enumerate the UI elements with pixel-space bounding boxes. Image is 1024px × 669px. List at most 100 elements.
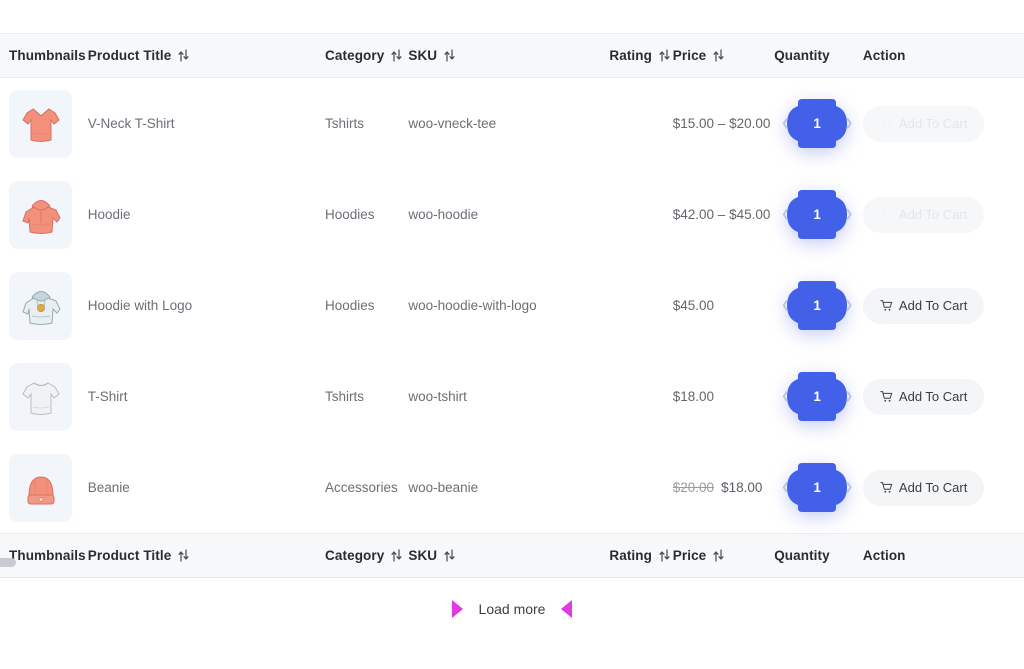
quantity-value[interactable]: 1 <box>813 116 821 131</box>
sort-icon[interactable] <box>659 49 670 62</box>
beanie-thumbnail[interactable] <box>9 453 72 522</box>
add-to-cart-button[interactable]: Add To Cart <box>862 378 985 415</box>
quantity-stepper[interactable]: ❮ 1 ❯ <box>774 278 860 333</box>
quantity-decrease-icon[interactable]: ❮ <box>781 118 789 129</box>
action-cell: Add To Cart <box>862 378 990 415</box>
column-header-category-label: Category <box>325 48 385 63</box>
column-header-category[interactable]: Category <box>325 48 408 63</box>
quantity-value[interactable]: 1 <box>813 480 821 495</box>
hoodie-thumbnail[interactable] <box>9 180 72 249</box>
quantity-value[interactable]: 1 <box>813 207 821 222</box>
tshirt-thumbnail[interactable] <box>9 362 72 431</box>
quantity-stepper[interactable]: ❮ 1 ❯ <box>774 187 860 242</box>
sort-icon[interactable] <box>391 49 402 62</box>
product-category[interactable]: Tshirts <box>325 389 408 404</box>
product-price-cell: $20.00 $18.00 <box>673 480 774 495</box>
product-price: $18.00 <box>672 389 715 404</box>
quantity-decrease-icon[interactable]: ❮ <box>781 482 789 493</box>
quantity-cell: ❮ 1 ❯ <box>774 369 863 424</box>
add-to-cart-button[interactable]: Add To Cart <box>862 287 985 324</box>
product-title[interactable]: Beanie <box>88 480 325 495</box>
product-title[interactable]: Hoodie with Logo <box>88 298 325 313</box>
product-sku: woo-vneck-tee <box>408 116 497 131</box>
column-header-rating-label: Rating <box>609 48 652 63</box>
row-thumbnail-cell <box>0 180 88 249</box>
add-to-cart-label: Add To Cart <box>898 207 968 222</box>
horizontal-scrollbar[interactable] <box>0 558 1024 568</box>
product-price-cell: $45.00 <box>673 298 774 313</box>
product-title[interactable]: T-Shirt <box>88 389 325 404</box>
add-to-cart-button[interactable]: Add To Cart <box>862 105 985 142</box>
load-more-label: Load more <box>478 601 546 617</box>
product-table-page: Thumbnails Product Title Category SKU Ra… <box>0 0 1024 669</box>
product-table: Thumbnails Product Title Category SKU Ra… <box>0 33 1024 578</box>
quantity-increase-icon[interactable]: ❯ <box>845 118 853 129</box>
cart-icon <box>880 118 893 129</box>
column-header-thumbnails: Thumbnails <box>0 48 88 63</box>
row-thumbnail-cell <box>0 89 88 158</box>
product-price-cell: $15.00 – $20.00 <box>673 116 774 131</box>
quantity-stepper[interactable]: ❮ 1 ❯ <box>774 96 860 151</box>
table-row: Hoodie Hoodies woo-hoodie $42.00 – $45.0… <box>0 169 1024 260</box>
triangle-left-icon <box>561 600 573 618</box>
column-header-quantity-label: Quantity <box>774 48 830 63</box>
column-header-rating[interactable]: Rating <box>609 48 672 63</box>
quantity-cell: ❮ 1 ❯ <box>774 96 863 151</box>
product-title[interactable]: Hoodie <box>88 207 325 222</box>
product-price: $42.00 – $45.00 <box>672 207 771 222</box>
product-price-cell: $42.00 – $45.00 <box>673 207 774 222</box>
v-neck-tshirt-thumbnail[interactable] <box>9 89 72 158</box>
hoodie-with-logo-thumbnail[interactable] <box>9 271 72 340</box>
sort-icon[interactable] <box>713 49 724 62</box>
cart-icon <box>880 209 893 220</box>
quantity-increase-icon[interactable]: ❯ <box>845 391 853 402</box>
column-header-price-label: Price <box>672 48 707 63</box>
quantity-value[interactable]: 1 <box>813 298 821 313</box>
table-row: V-Neck T-Shirt Tshirts woo-vneck-tee $15… <box>0 78 1024 169</box>
load-more-button[interactable]: Load more <box>451 600 573 618</box>
quantity-cell: ❮ 1 ❯ <box>774 187 863 242</box>
product-title[interactable]: V-Neck T-Shirt <box>88 116 325 131</box>
product-category[interactable]: Hoodies <box>325 207 408 222</box>
quantity-increase-icon[interactable]: ❯ <box>845 209 853 220</box>
column-header-sku[interactable]: SKU <box>408 48 609 63</box>
product-price-cell: $18.00 <box>673 389 774 404</box>
quantity-stepper[interactable]: ❮ 1 ❯ <box>774 460 860 515</box>
add-to-cart-button[interactable]: Add To Cart <box>862 469 985 506</box>
product-price-regular: $20.00 <box>672 480 715 495</box>
quantity-stepper[interactable]: ❮ 1 ❯ <box>774 369 860 424</box>
action-cell: Add To Cart <box>862 105 990 142</box>
table-row: T-Shirt Tshirts woo-tshirt $18.00 ❮ 1 ❯ <box>0 351 1024 442</box>
table-row: Hoodie with Logo Hoodies woo-hoodie-with… <box>0 260 1024 351</box>
table-header-row: Thumbnails Product Title Category SKU Ra… <box>0 33 1024 78</box>
quantity-value[interactable]: 1 <box>813 389 821 404</box>
product-category[interactable]: Tshirts <box>325 116 408 131</box>
column-header-product-title[interactable]: Product Title <box>88 48 325 63</box>
column-header-product-title-label: Product Title <box>87 48 172 63</box>
row-thumbnail-cell <box>0 271 88 340</box>
triangle-right-icon <box>451 600 463 618</box>
action-cell: Add To Cart <box>862 196 990 233</box>
product-sku: woo-hoodie-with-logo <box>408 298 537 313</box>
quantity-increase-icon[interactable]: ❯ <box>845 300 853 311</box>
add-to-cart-button[interactable]: Add To Cart <box>862 196 985 233</box>
quantity-decrease-icon[interactable]: ❮ <box>781 300 789 311</box>
column-header-thumbnails-label: Thumbnails <box>9 48 86 63</box>
table-row: Beanie Accessories woo-beanie $20.00 $18… <box>0 442 1024 533</box>
product-price: $45.00 <box>672 298 715 313</box>
horizontal-scrollbar-thumb[interactable] <box>0 558 16 567</box>
cart-icon <box>880 482 893 493</box>
sort-icon[interactable] <box>178 49 189 62</box>
column-header-price[interactable]: Price <box>673 48 774 63</box>
product-price-sale: $18.00 <box>721 480 763 495</box>
add-to-cart-label: Add To Cart <box>898 298 968 313</box>
product-category[interactable]: Hoodies <box>325 298 408 313</box>
load-more-container: Load more <box>0 600 1024 618</box>
quantity-decrease-icon[interactable]: ❮ <box>781 209 789 220</box>
product-category[interactable]: Accessories <box>325 480 408 495</box>
quantity-increase-icon[interactable]: ❯ <box>845 482 853 493</box>
add-to-cart-label: Add To Cart <box>898 480 968 495</box>
product-sku: woo-hoodie <box>408 207 479 222</box>
sort-icon[interactable] <box>444 49 455 62</box>
quantity-decrease-icon[interactable]: ❮ <box>781 391 789 402</box>
